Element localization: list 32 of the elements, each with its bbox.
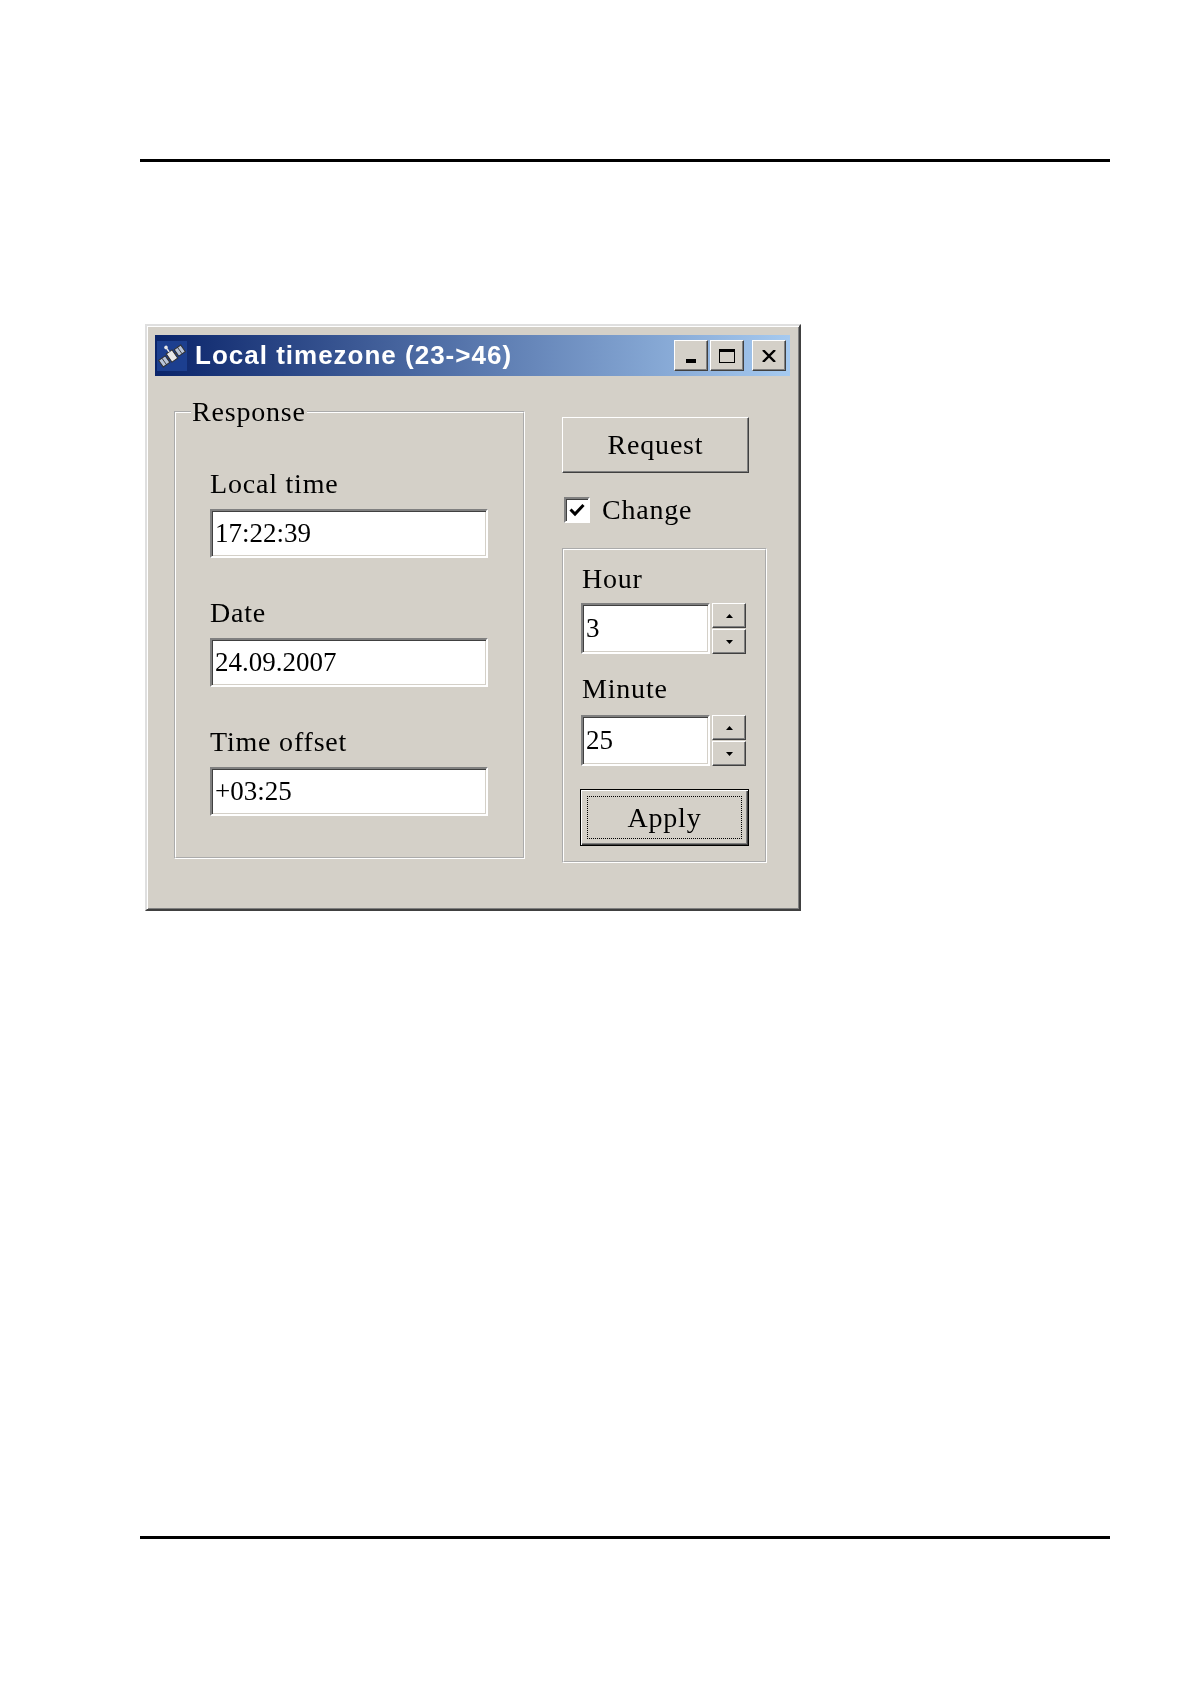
down-triangle-icon	[725, 751, 733, 756]
checkbox[interactable]	[564, 497, 590, 523]
spin-up-button[interactable]	[712, 715, 746, 740]
spin-down-button[interactable]	[712, 741, 746, 766]
close-button[interactable]	[752, 340, 786, 371]
minimize-icon	[686, 359, 696, 363]
input-field[interactable]: 3	[581, 603, 710, 654]
field-label: Date	[210, 598, 267, 628]
minimize-button[interactable]	[674, 340, 708, 371]
window-title: Local timezone (23->46)	[195, 340, 514, 371]
close-icon	[762, 349, 776, 362]
field-label: Hour	[581, 564, 643, 594]
checkmark-icon	[569, 503, 585, 517]
field-label: Local time	[210, 469, 339, 499]
up-triangle-icon	[725, 725, 733, 730]
spin-up-button[interactable]	[712, 603, 746, 628]
spin-down-button[interactable]	[712, 629, 746, 654]
field-label: Time offset	[210, 727, 348, 757]
maximize-icon	[719, 348, 735, 363]
input-field[interactable]: +03:25	[210, 767, 488, 816]
input-field[interactable]: 25	[581, 715, 710, 766]
group-label: Response	[191, 397, 307, 427]
up-triangle-icon	[725, 613, 733, 618]
input-field[interactable]: 24.09.2007	[210, 638, 488, 687]
down-triangle-icon	[725, 639, 733, 644]
satellite-icon	[157, 340, 187, 371]
request-button[interactable]: Request	[562, 417, 749, 473]
field-label: Minute	[581, 674, 668, 704]
apply-button[interactable]: Apply	[580, 789, 749, 846]
maximize-button[interactable]	[710, 340, 744, 371]
checkbox-label: Change	[602, 495, 693, 525]
input-field[interactable]: 17:22:39	[210, 509, 488, 558]
